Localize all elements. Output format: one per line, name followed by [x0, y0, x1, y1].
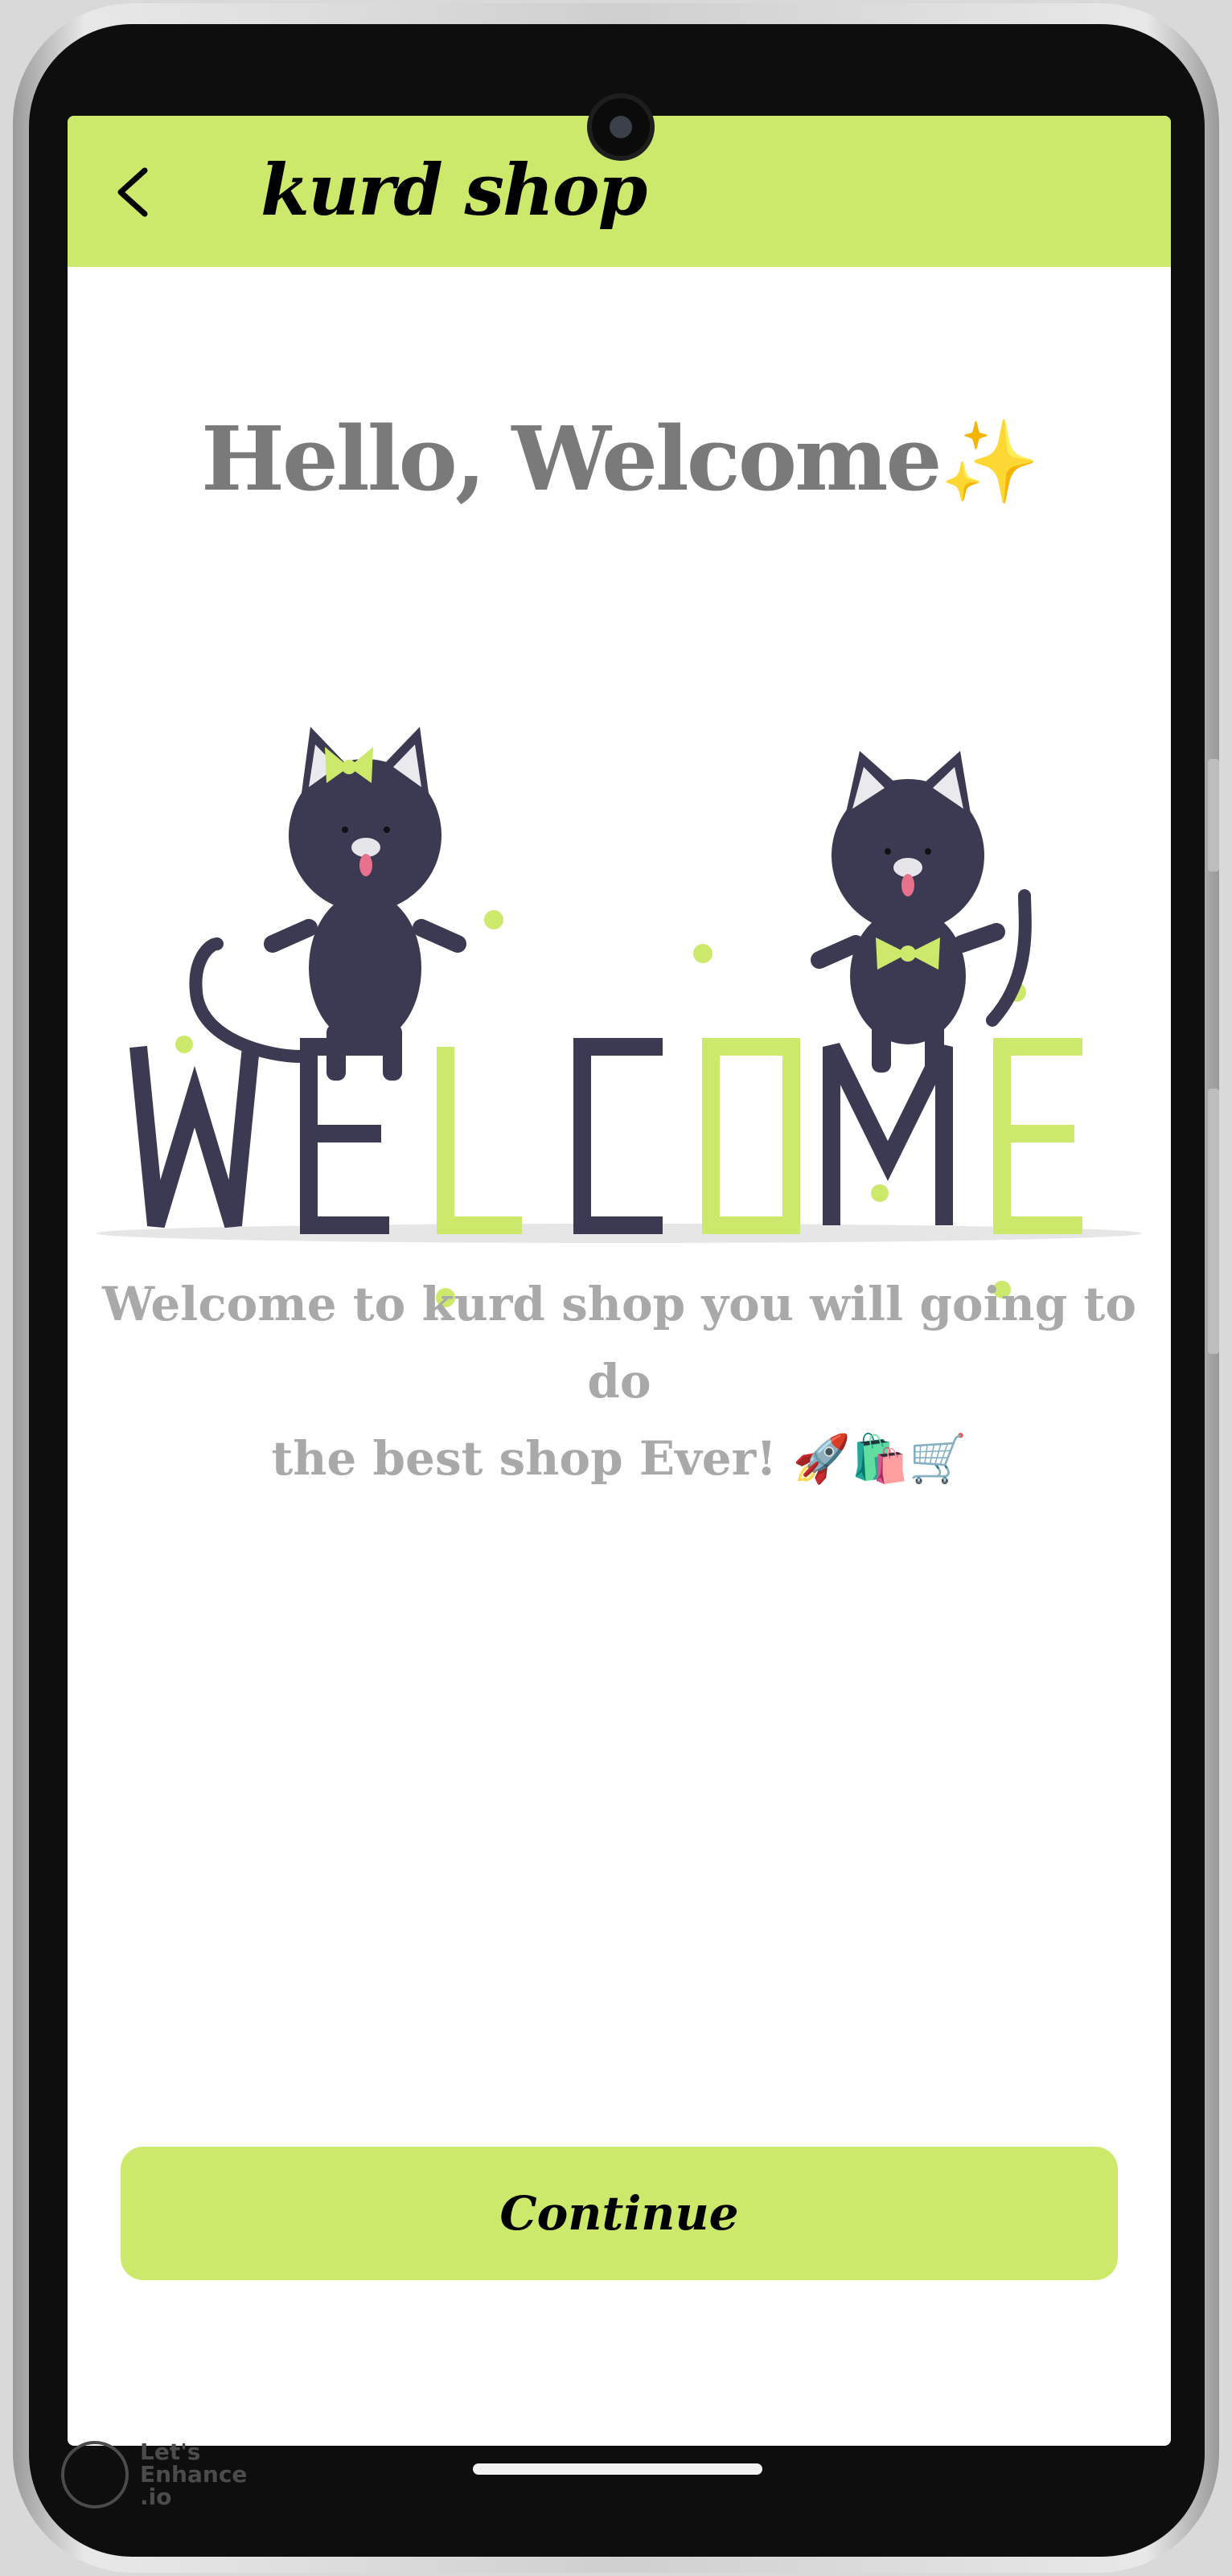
volume-button — [1208, 1089, 1219, 1354]
home-indicator[interactable] — [473, 2463, 762, 2475]
welcome-description: Welcome to kurd shop you will going to d… — [100, 1265, 1139, 1497]
welcome-headline: Hello, Welcome✨ — [68, 407, 1171, 511]
power-button — [1208, 759, 1219, 872]
sparkles-icon: ✨ — [939, 414, 1041, 509]
watermark-logo-icon — [61, 2441, 129, 2508]
watermark-line-3: .io — [140, 2484, 172, 2510]
front-camera — [587, 93, 655, 161]
description-line-1: Welcome to kurd shop you will going to d… — [101, 1277, 1137, 1409]
continue-button-label: Continue — [499, 2186, 739, 2241]
welcome-cats-illustration — [97, 727, 1142, 1307]
continue-button[interactable]: Continue — [121, 2147, 1118, 2280]
back-arrow-icon[interactable] — [108, 164, 164, 220]
left-cat-icon — [189, 727, 466, 1081]
app-screen: kurd shop Hello, Welcome✨ Welcome to kur… — [68, 116, 1171, 2446]
watermark-line-2: Enhance — [140, 2461, 248, 2488]
right-cat-icon — [811, 751, 1032, 1073]
description-line-2: the best shop Ever! 🚀🛍️🛒 — [271, 1431, 967, 1486]
app-title: kurd shop — [261, 148, 647, 232]
watermark-line-1: Let's — [140, 2439, 201, 2465]
watermark: Let's Enhance .io — [61, 2441, 247, 2508]
watermark-text: Let's Enhance .io — [140, 2441, 247, 2508]
headline-text: Hello, Welcome — [200, 407, 942, 511]
